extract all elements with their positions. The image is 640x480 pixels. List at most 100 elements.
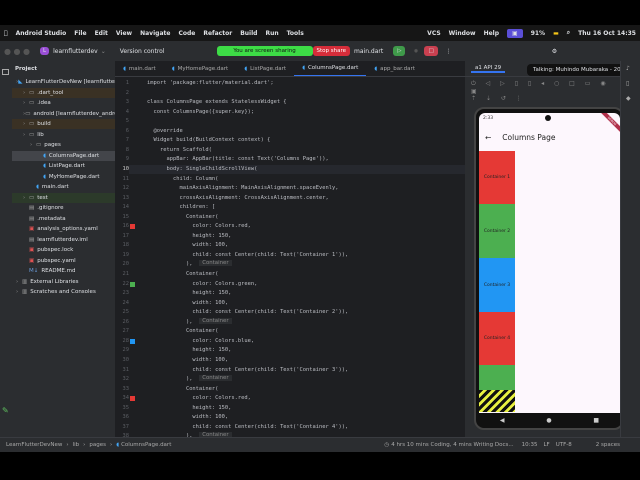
tab-columnspage-dart[interactable]: ◖ ColumnsPage.dart [294,61,367,76]
version-control-menu[interactable]: Version control [120,48,165,55]
window-controls[interactable]: ● ● ● [4,47,30,56]
notifications-icon[interactable]: ♪ [626,65,635,72]
code-line[interactable]: child: const Center(child: Text('Contain… [147,424,348,430]
code-line[interactable]: height: 150, [147,233,231,239]
project-tree-item[interactable]: ◖ MyHomePage.dart [12,172,115,182]
code-line[interactable]: Container( [147,271,218,277]
phone-screen[interactable]: 2:33 ▾ DEBUG ← Columns Page Container 1C… [479,113,620,413]
stop-button[interactable]: □ [424,46,438,56]
breadcrumb-project[interactable]: LearnFlutterDevNew [6,442,62,448]
project-selector[interactable]: learnflutterdev [53,48,98,55]
project-tree-item[interactable]: › ▭ .dart_tool [12,87,115,98]
tab-main-dart[interactable]: ◖ main.dart [115,61,164,76]
line-separator[interactable]: LF [543,442,549,448]
run-config-selector[interactable]: main.dart [354,48,383,55]
project-tree-item[interactable]: ▤ .metadata [12,214,115,224]
tab-app_bar-dart[interactable]: ◖ app_bar.dart [366,61,423,76]
project-tree-item[interactable]: › ▥ Scratches and Consoles [12,287,115,297]
project-tree-item[interactable]: ▤ .gitignore [12,203,115,213]
menu-navigate[interactable]: Navigate [140,30,170,37]
code-line[interactable]: child: const Center(child: Text('Contain… [147,252,348,258]
emulator-controls[interactable]: ⏻ ◁ ▷ ▯ ▯ ◂ ○ □ ▭ ◉ ▣ ⇡ ⇣ ↺ ⋮ [465,77,620,105]
code-line[interactable]: width: 100, [147,357,228,363]
breadcrumb-lib[interactable]: lib [73,442,80,448]
color-swatch-icon[interactable] [130,281,135,287]
code-line[interactable]: height: 150, [147,405,231,411]
tab-myhomepage-dart[interactable]: ◖ MyHomePage.dart [164,61,237,76]
project-tree-item[interactable]: ▣ analysis_options.yaml [12,224,115,234]
code-line[interactable]: height: 150, [147,290,231,296]
code-line[interactable]: child: const Center(child: Text('Contain… [147,367,348,373]
menu-app-name[interactable]: Android Studio [16,30,67,37]
code-line[interactable]: color: Colors.red, [147,395,250,401]
code-line[interactable]: width: 100, [147,414,228,420]
menu-run[interactable]: Run [265,30,278,37]
menu-window[interactable]: Window [449,30,476,37]
code-line[interactable]: child: Column( [147,176,218,182]
back-arrow-icon[interactable]: ← [485,133,491,142]
menu-help[interactable]: Help [484,30,499,37]
device-tab[interactable]: a1 API 29 [471,65,506,73]
code-line[interactable]: const ColumnsPage({super.key}); [147,109,254,115]
more-icon[interactable]: ⋮ [446,48,452,55]
project-tree-item[interactable]: ›◣LearnFlutterDevNew [learnflutterdev] [12,77,115,87]
gear-icon[interactable]: ⚙ [552,48,557,55]
code-line[interactable]: child: const Center(child: Text('Contain… [147,309,348,315]
file-encoding[interactable]: UTF-8 [556,442,572,448]
apple-icon[interactable]:  [4,30,8,37]
menu-code[interactable]: Code [178,30,195,37]
code-line[interactable]: mainAxisAlignment: MainAxisAlignment.spa… [147,185,338,191]
menu-edit[interactable]: Edit [95,30,108,37]
code-line[interactable]: import 'package:flutter/material.dart'; [147,80,274,86]
code-line[interactable]: ), [147,376,193,382]
breadcrumb-file[interactable]: ColumnsPage.dart [121,442,171,448]
color-swatch-icon[interactable] [130,224,135,230]
project-tree-item[interactable]: M↓ README.md [12,266,115,276]
project-tree-item[interactable]: › ▭ pages [12,140,115,150]
code-line[interactable]: height: 150, [147,347,231,353]
project-tree-item[interactable]: › ▭ lib [12,130,115,140]
tab-listpage-dart[interactable]: ◖ ListPage.dart [236,61,294,76]
code-line[interactable]: Container( [147,328,218,334]
project-tree-item[interactable]: › ▭ test [12,192,115,203]
menu-build[interactable]: Build [240,30,257,37]
caret-position[interactable]: 10:35 [522,442,538,448]
menu-refactor[interactable]: Refactor [203,30,232,37]
search-icon[interactable]: ⌕ [567,29,570,37]
nav-back-icon[interactable]: ◀ [500,417,505,424]
screen-share-icon[interactable]: ▣ [507,28,523,38]
project-tree-item[interactable]: ›▭android [learnflutterdev_android] [12,109,115,119]
nav-home-icon[interactable]: ● [546,417,551,424]
nav-recents-icon[interactable]: ■ [593,417,599,424]
project-tree-item[interactable]: ◖ ColumnsPage.dart [12,150,115,161]
debug-icon[interactable]: ✹ [413,48,418,55]
project-tree-item[interactable]: › ▭ .idea [12,98,115,108]
code-line[interactable]: width: 100, [147,242,228,248]
code-line[interactable]: children: [ [147,204,215,210]
project-tree-item[interactable]: ◖ main.dart [12,182,115,192]
wakatime-activity[interactable]: 4 hrs 10 mins Coding, 4 mins Writing Doc… [391,442,513,448]
code-line[interactable]: appBar: AppBar(title: const Text('Column… [147,156,328,162]
breadcrumb-pages[interactable]: pages [89,442,106,448]
stop-share-button[interactable]: Stop share [312,46,351,56]
project-tree-item[interactable]: ▤ learnflutterdev.iml [12,235,115,245]
code-line[interactable]: Container( [147,214,218,220]
project-tree-item[interactable]: › ▭ build [12,119,115,129]
gemini-icon[interactable]: ◆ [626,95,635,102]
code-line[interactable]: @override [147,128,182,134]
code-line[interactable]: color: Colors.blue, [147,338,254,344]
color-swatch-icon[interactable] [130,338,135,344]
code-line[interactable]: color: Colors.green, [147,281,257,287]
run-button[interactable]: ▷ [393,46,406,56]
code-line[interactable]: Container( [147,386,218,392]
edit-icon[interactable]: ✎ [2,406,9,415]
code-line[interactable]: return Scaffold( [147,147,212,153]
menu-vcs[interactable]: VCS [427,30,440,37]
phone-emulator[interactable]: 2:33 ▾ DEBUG ← Columns Page Container 1C… [474,107,624,430]
code-line[interactable]: ), [147,319,193,325]
color-swatch-icon[interactable] [130,396,135,402]
menu-view[interactable]: View [116,30,132,37]
project-panel-title[interactable]: Project [15,66,37,72]
code-line[interactable]: body: SingleChildScrollView( [147,166,257,172]
project-tree-item[interactable]: ◖ ListPage.dart [12,161,115,171]
